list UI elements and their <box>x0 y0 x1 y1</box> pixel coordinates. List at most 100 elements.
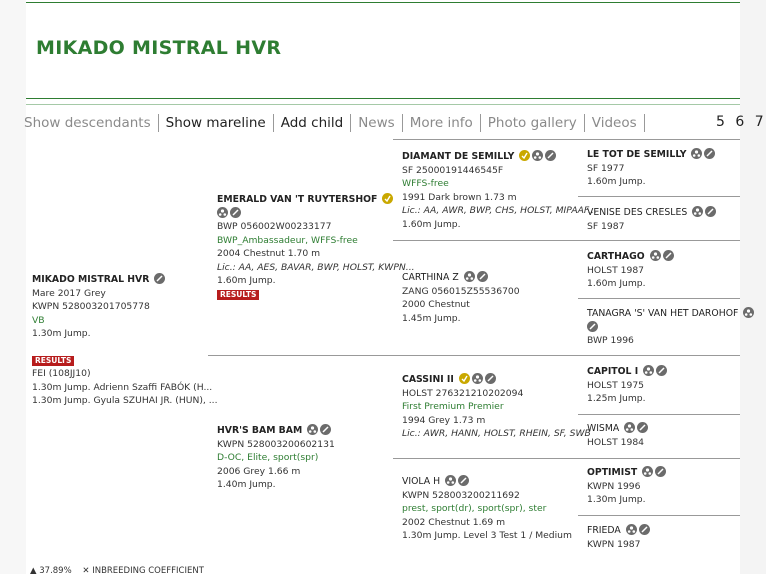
family-icon[interactable] <box>649 250 661 261</box>
g4-line2: 1.60m Jump. <box>587 278 646 289</box>
grid-line <box>393 458 578 459</box>
family-icon[interactable] <box>445 475 457 486</box>
tab-news[interactable]: News <box>351 114 403 132</box>
sire-node: EMERALD VAN 'T RUYTERSHOF BWP 056002W002… <box>217 193 415 301</box>
family-icon[interactable] <box>471 373 483 384</box>
edit-icon[interactable] <box>638 524 650 535</box>
g4-node: FRIEDA KWPN 1987 <box>587 524 650 551</box>
subject-fei: FEI (108JJ10) <box>32 368 91 379</box>
subject-result-2: 1.30m Jump. Gyula SZUHAI JR. (HUN), ... <box>32 395 218 406</box>
edit-icon[interactable] <box>655 466 667 477</box>
g4-node: WISMA HOLST 1984 <box>587 422 649 449</box>
grid-line <box>578 458 740 459</box>
family-icon[interactable] <box>307 424 319 435</box>
sire-dam-node: CARTHINA Z ZANG 056015Z55536700 2000 Che… <box>402 271 520 325</box>
edit-icon[interactable] <box>545 150 557 161</box>
results-badge[interactable]: RESULTS <box>217 289 260 300</box>
sire-name[interactable]: EMERALD VAN 'T RUYTERSHOF <box>217 194 377 205</box>
page-title: MIKADO MISTRAL HVR <box>36 37 282 59</box>
ss-pred: WFFS-free <box>402 178 449 189</box>
subject-line2: KWPN 528003201705778 <box>32 301 150 312</box>
sd-info: 2000 Chestnut <box>402 299 470 310</box>
pagination[interactable]: 5 6 7 <box>716 114 766 130</box>
g4-name[interactable]: WISMA <box>587 423 619 434</box>
family-icon[interactable] <box>743 307 755 318</box>
g4-line2: 1.25m Jump. <box>587 393 646 404</box>
approved-icon <box>458 373 470 384</box>
ss-jump: 1.60m Jump. <box>402 218 461 230</box>
g4-line1: HOLST 1975 <box>587 379 645 391</box>
edit-icon[interactable] <box>637 422 649 433</box>
g4-name[interactable]: LE TOT DE SEMILLY <box>587 149 687 160</box>
dam-name[interactable]: HVR'S BAM BAM <box>217 425 302 436</box>
g4-name[interactable]: TANAGRA 'S' VAN HET DAROHOF <box>587 308 738 319</box>
tab-show-descendants[interactable]: Show descendants <box>24 114 159 132</box>
ds-name[interactable]: CASSINI II <box>402 374 454 385</box>
grid-line <box>208 355 740 356</box>
title-divider-thin <box>26 104 740 105</box>
edit-icon[interactable] <box>705 206 717 217</box>
tab-add-child[interactable]: Add child <box>274 114 352 132</box>
dam-reg: KWPN 528003200602131 <box>217 438 335 450</box>
g4-name[interactable]: OPTIMIST <box>587 467 637 478</box>
cross-icon: ✕ <box>82 566 90 576</box>
ds-lic: Lic.: AWR, HANN, HOLST, RHEIN, SF, SWB <box>402 428 591 439</box>
subject-horse: MIKADO MISTRAL HVR Mare 2017 Grey KWPN 5… <box>32 273 218 408</box>
family-icon[interactable] <box>691 148 703 159</box>
grid-line <box>578 515 740 516</box>
dd-name[interactable]: VIOLA H <box>402 476 440 487</box>
approved-icon <box>519 150 531 161</box>
g4-name[interactable]: CAPITOL I <box>587 366 638 377</box>
ds-pred: First Premium Premier <box>402 401 504 412</box>
family-icon[interactable] <box>643 365 655 376</box>
footer-coefficient: INBREEDING COEFFICIENT <box>92 566 204 576</box>
edit-icon[interactable] <box>230 206 241 218</box>
g4-node: OPTIMIST KWPN 1996 1.30m Jump. <box>587 466 667 507</box>
edit-icon[interactable] <box>484 373 496 384</box>
sd-name[interactable]: CARTHINA Z <box>402 272 459 283</box>
g4-name[interactable]: VENISE DES CRESLES <box>587 207 687 218</box>
subject-name[interactable]: MIKADO MISTRAL HVR <box>32 274 149 285</box>
tab-show-mareline[interactable]: Show mareline <box>159 114 274 132</box>
grid-line <box>393 240 578 241</box>
tab-videos[interactable]: Videos <box>585 114 645 132</box>
results-badge[interactable]: RESULTS <box>32 355 75 366</box>
edit-icon[interactable] <box>587 320 598 332</box>
g4-name[interactable]: FRIEDA <box>587 525 621 536</box>
dd-reg: KWPN 528003200211692 <box>402 489 520 501</box>
ss-lic: Lic.: AA, AWR, BWP, CHS, HOLST, MIPAAF..… <box>402 205 597 216</box>
edit-icon[interactable] <box>458 475 470 486</box>
footer-percent: 37.89% <box>39 566 72 576</box>
ss-name[interactable]: DIAMANT DE SEMILLY <box>402 151 514 162</box>
family-icon[interactable] <box>217 206 228 218</box>
edit-icon[interactable] <box>154 273 166 284</box>
g4-line1: BWP 1996 <box>587 335 634 346</box>
edit-icon[interactable] <box>662 250 674 261</box>
g4-name[interactable]: CARTHAGO <box>587 251 645 262</box>
right-margin <box>740 0 766 574</box>
dd-pred: prest, sport(dr), sport(spr), ster <box>402 503 547 514</box>
grid-line <box>578 298 740 299</box>
top-divider <box>26 2 740 3</box>
sire-lic: Lic.: AA, AES, BAVAR, BWP, HOLST, KWPN..… <box>217 261 415 273</box>
edit-icon[interactable] <box>320 424 332 435</box>
grid-line <box>578 196 740 197</box>
tab-photo-gallery[interactable]: Photo gallery <box>481 114 585 132</box>
family-icon[interactable] <box>642 466 654 477</box>
dam-dam-node: VIOLA H KWPN 528003200211692 prest, spor… <box>402 475 572 543</box>
edit-icon[interactable] <box>476 271 488 282</box>
edit-icon[interactable] <box>704 148 716 159</box>
tab-more-info[interactable]: More info <box>403 114 481 132</box>
dam-jump: 1.40m Jump. <box>217 479 276 490</box>
family-icon[interactable] <box>692 206 704 217</box>
sire-reg: BWP 056002W00233177 <box>217 221 332 232</box>
family-icon[interactable] <box>625 524 637 535</box>
dd-jump: 1.30m Jump. Level 3 Test 1 / Medium <box>402 530 572 541</box>
family-icon[interactable] <box>624 422 636 433</box>
sire-jump: 1.60m Jump. <box>217 275 276 286</box>
family-icon[interactable] <box>463 271 475 282</box>
family-icon[interactable] <box>532 150 544 161</box>
dam-pred: D-OC, Elite, sport(spr) <box>217 452 319 463</box>
edit-icon[interactable] <box>656 365 668 376</box>
grid-line <box>578 414 740 415</box>
